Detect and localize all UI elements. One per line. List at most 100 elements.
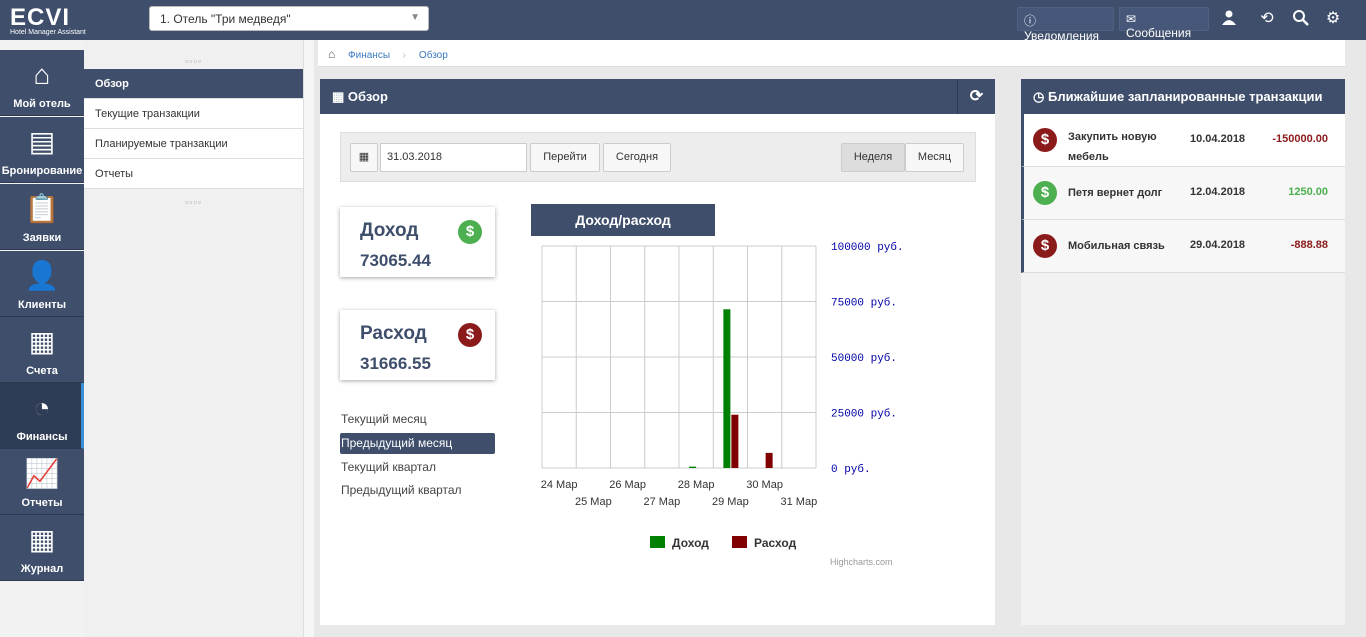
x-tick-label: 26 Мар <box>609 479 646 491</box>
document-icon: ▦ <box>28 326 56 357</box>
messages-label: Сообщения <box>1126 26 1192 40</box>
go-button[interactable]: Перейти <box>530 143 600 172</box>
transaction-date: 12.04.2018 <box>1190 186 1246 198</box>
transaction-amount: -150000.00 <box>1272 133 1328 145</box>
x-tick-label: 24 Мар <box>541 479 578 491</box>
panel-header: ◷ Ближайшие запланированные транзакции <box>1021 79 1345 114</box>
period-current-month[interactable]: Текущий месяц <box>340 409 495 430</box>
expense-value: 31666.55 <box>360 354 431 373</box>
breadcrumb-item-finance[interactable]: Финансы <box>348 50 390 61</box>
refresh-icon[interactable]: ⟳ <box>957 79 995 114</box>
search-icon[interactable] <box>1290 9 1310 29</box>
y-tick-label: 25000 руб. <box>831 408 897 421</box>
history-icon[interactable]: ⟲ <box>1257 9 1277 29</box>
date-toolbar: ▦ 31.03.2018 Перейти Сегодня Неделя Меся… <box>340 132 976 182</box>
income-title: Доход <box>360 220 419 241</box>
date-input[interactable]: 31.03.2018 <box>380 143 527 172</box>
sidebar-item-requests[interactable]: 📋 Заявки <box>0 184 84 250</box>
transaction-date: 10.04.2018 <box>1190 133 1246 145</box>
expense-title: Расход <box>360 323 427 344</box>
overview-panel: ▦ Обзор ⟳ ▦ 31.03.2018 Перейти Сегодня Н… <box>320 79 995 625</box>
sidebar-item-label: Счета <box>26 365 58 377</box>
week-button[interactable]: Неделя <box>841 143 905 172</box>
hotel-select-value: 1. Отель "Три медведя" <box>160 12 291 26</box>
sidebar-item-finance[interactable]: ◔ Финансы <box>0 383 84 449</box>
sidebar-item-clients[interactable]: 👤 Клиенты <box>0 251 84 317</box>
sidebar-item-booking[interactable]: ▤ Бронирование <box>0 117 84 183</box>
expense-card: Расход $ 31666.55 <box>340 310 495 380</box>
submenu-item-overview[interactable]: Обзор <box>84 69 303 99</box>
x-tick-label: 30 Мар <box>746 479 783 491</box>
hotel-select[interactable]: 1. Отель "Три медведя" ▼ <box>149 6 429 31</box>
income-expense-chart: 100000 руб. 75000 руб. 50000 руб. 25000 руб… <box>541 241 904 567</box>
period-previous-month[interactable]: Предыдущий месяц <box>340 433 495 454</box>
sidebar-item-label: Журнал <box>20 563 64 575</box>
transaction-row[interactable]: $ Петя вернет долг 12.04.2018 1250.00 <box>1021 167 1345 220</box>
info-icon: ⓘ <box>1024 14 1037 28</box>
dollar-icon: $ <box>1033 181 1057 205</box>
user-icon[interactable] <box>1219 9 1239 29</box>
home-icon[interactable]: ⌂ <box>328 47 335 61</box>
dollar-icon: $ <box>458 220 482 244</box>
panel-title: Ближайшие запланированные транзакции <box>1047 89 1323 104</box>
panel-header: ▦ Обзор ⟳ <box>320 79 995 114</box>
notifications-button[interactable]: ⓘ Уведомления <box>1017 7 1114 43</box>
chart-bar <box>723 309 731 468</box>
line-chart-icon: 📈 <box>24 458 60 489</box>
chart-bar <box>689 466 697 468</box>
gear-icon[interactable]: ⚙ <box>1323 9 1343 29</box>
transaction-name: Закупить новую мебель <box>1068 131 1157 163</box>
logo-text: ECVI <box>10 4 71 31</box>
month-button[interactable]: Месяц <box>905 143 964 172</box>
legend-swatch <box>650 536 665 548</box>
submenu-item-current-transactions[interactable]: Текущие транзакции <box>84 99 303 129</box>
transaction-row[interactable]: $ Мобильная связь 29.04.2018 -888.88 <box>1021 220 1345 273</box>
transaction-amount: 1250.00 <box>1288 186 1328 198</box>
sidebar-item-label: Финансы <box>16 431 68 443</box>
journal-icon: ▦ <box>28 524 56 555</box>
dollar-icon: $ <box>1033 234 1057 258</box>
calendar-icon: ▦ <box>332 89 345 104</box>
sidebar-item-my-hotel[interactable]: ⌂ Мой отель <box>0 50 84 116</box>
messages-button[interactable]: ✉ Сообщения <box>1119 7 1209 40</box>
dollar-icon: $ <box>1033 128 1057 152</box>
divider <box>304 40 314 637</box>
transaction-name: Петя вернет долг <box>1068 187 1163 199</box>
chart-credits: Highcharts.com <box>830 557 893 567</box>
submenu-item-reports[interactable]: Отчеты <box>84 159 303 189</box>
clock-icon: ◷ <box>1033 89 1045 104</box>
sidebar-item-label: Заявки <box>22 232 62 244</box>
pie-chart-icon: ◔ <box>33 392 51 423</box>
sidebar-item-journal[interactable]: ▦ Журнал <box>0 515 84 581</box>
transaction-name: Мобильная связь <box>1068 240 1165 252</box>
planned-transactions-panel: ◷ Ближайшие запланированные транзакции $… <box>1021 79 1345 625</box>
drag-handle[interactable]: ▫▫▫▫ <box>84 194 303 210</box>
income-value: 73065.44 <box>360 251 431 270</box>
calendar-button[interactable]: ▦ <box>350 143 378 172</box>
home-icon: ⌂ <box>33 59 51 90</box>
submenu-item-planned-transactions[interactable]: Планируемые транзакции <box>84 129 303 159</box>
logo-subtitle: Hotel Manager Assistant <box>10 29 86 36</box>
transaction-amount: -888.88 <box>1290 239 1328 251</box>
sidebar-item-invoices[interactable]: ▦ Счета <box>0 317 84 383</box>
x-tick-label: 28 Мар <box>678 479 715 491</box>
transaction-row[interactable]: $ Закупить новую мебель 10.04.2018 -1500… <box>1021 114 1345 167</box>
income-card: Доход $ 73065.44 <box>340 207 495 277</box>
user-icon: 👤 <box>24 260 60 291</box>
breadcrumb: ⌂ Финансы › Обзор <box>318 40 1345 67</box>
logo[interactable]: ECVI Hotel Manager Assistant <box>10 4 86 36</box>
period-previous-quarter[interactable]: Предыдущий квартал <box>340 480 495 501</box>
period-current-quarter[interactable]: Текущий квартал <box>340 457 495 478</box>
sidebar-item-reports[interactable]: 📈 Отчеты <box>0 449 84 515</box>
today-button[interactable]: Сегодня <box>603 143 671 172</box>
clipboard-icon: 📋 <box>24 193 60 224</box>
breadcrumb-item-overview[interactable]: Обзор <box>419 50 448 61</box>
chevron-down-icon: ▼ <box>410 12 420 23</box>
drag-handle[interactable]: ▫▫▫▫ <box>84 53 303 69</box>
x-tick-label: 27 Мар <box>643 496 680 508</box>
chart-bar <box>731 414 739 468</box>
inbox-icon: ▤ <box>28 126 56 157</box>
submenu: ▫▫▫▫ Обзор Текущие транзакции Планируемы… <box>84 40 304 637</box>
breadcrumb-separator: › <box>402 50 407 61</box>
top-bar: ECVI Hotel Manager Assistant 1. Отель "Т… <box>0 0 1366 43</box>
